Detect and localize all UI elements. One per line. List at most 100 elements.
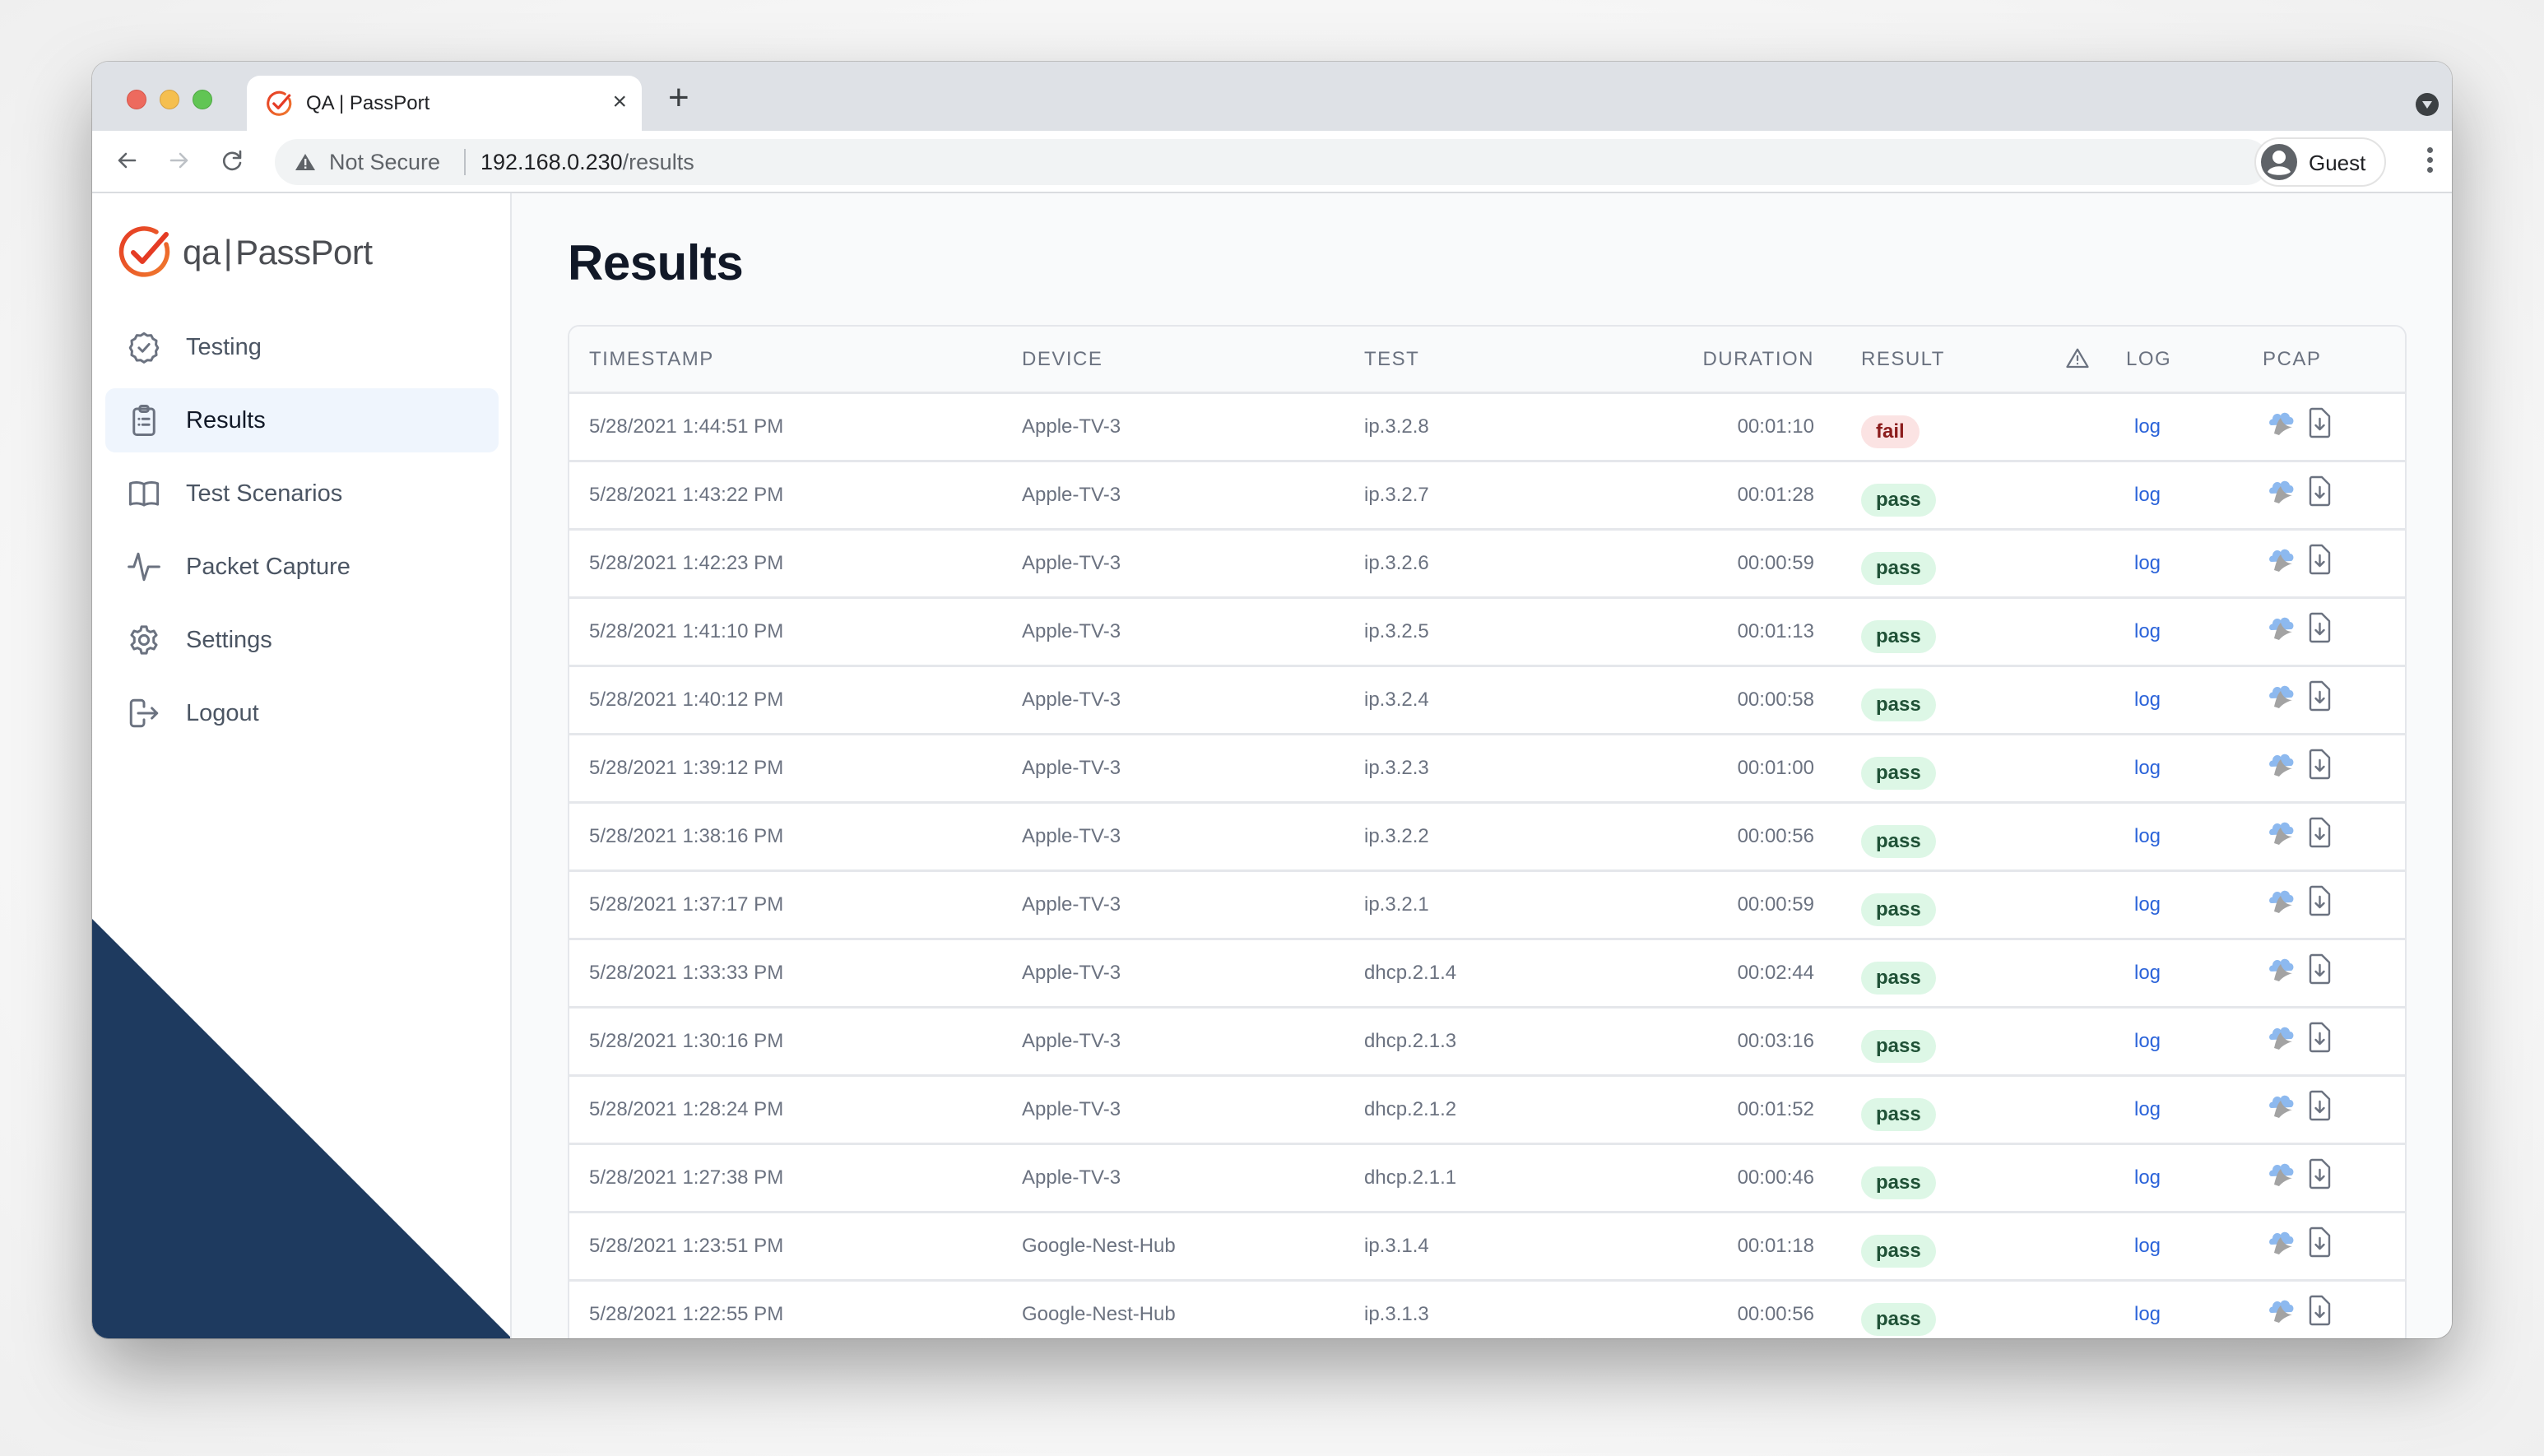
cloudshark-view-icon[interactable] (2268, 682, 2296, 710)
maximize-window-button[interactable] (193, 90, 212, 109)
log-link[interactable]: log (2134, 825, 2161, 848)
tab-close-icon[interactable]: × (612, 87, 627, 117)
table-row[interactable]: 5/28/2021 1:40:12 PM Apple-TV-3 ip.3.2.4… (569, 667, 2405, 735)
url-text[interactable]: 192.168.0.230/results (480, 150, 694, 175)
log-link[interactable]: log (2134, 1235, 2161, 1258)
header-timestamp[interactable]: TIMESTAMP (589, 348, 714, 371)
download-file-icon[interactable] (2307, 1158, 2332, 1189)
header-log: LOG (2126, 348, 2172, 370)
table-row[interactable]: 5/28/2021 1:28:24 PM Apple-TV-3 dhcp.2.1… (569, 1077, 2405, 1145)
download-file-icon[interactable] (2307, 612, 2332, 643)
header-duration[interactable]: DURATION (1702, 348, 1814, 371)
log-link[interactable]: log (2134, 962, 2161, 985)
sidebar-item-testing[interactable]: Testing (105, 315, 499, 379)
cell-timestamp: 5/28/2021 1:28:24 PM (589, 1098, 784, 1120)
cloudshark-view-icon[interactable] (2268, 409, 2296, 437)
page-title: Results (568, 235, 744, 290)
table-row[interactable]: 5/28/2021 1:37:17 PM Apple-TV-3 ip.3.2.1… (569, 872, 2405, 940)
log-link[interactable]: log (2134, 620, 2161, 643)
browser-tab[interactable]: QA | PassPort × (247, 76, 642, 131)
download-file-icon[interactable] (2307, 475, 2332, 507)
new-tab-button[interactable]: + (668, 80, 689, 116)
download-file-icon[interactable] (2307, 1226, 2332, 1258)
cloudshark-view-icon[interactable] (2268, 887, 2296, 915)
header-device[interactable]: DEVICE (1022, 348, 1103, 371)
sidebar-item-packet-capture[interactable]: Packet Capture (105, 535, 499, 599)
logo-text: qa|PassPort (183, 233, 373, 272)
table-row[interactable]: 5/28/2021 1:33:33 PM Apple-TV-3 dhcp.2.1… (569, 940, 2405, 1009)
profile-button[interactable]: Guest (2254, 137, 2386, 187)
cell-duration: 00:01:28 (1737, 484, 1814, 506)
log-link[interactable]: log (2134, 1166, 2161, 1189)
table-row[interactable]: 5/28/2021 1:30:16 PM Apple-TV-3 dhcp.2.1… (569, 1009, 2405, 1077)
table-row[interactable]: 5/28/2021 1:23:51 PM Google-Nest-Hub ip.… (569, 1213, 2405, 1282)
close-window-button[interactable] (127, 90, 146, 109)
url-path: /results (622, 150, 694, 174)
browser-menu-icon[interactable] (2426, 147, 2434, 177)
cloudshark-view-icon[interactable] (2268, 818, 2296, 846)
arrow-left-icon (118, 152, 137, 169)
log-link[interactable]: log (2134, 689, 2161, 712)
table-row[interactable]: 5/28/2021 1:22:55 PM Google-Nest-Hub ip.… (569, 1282, 2405, 1338)
sidebar-item-label: Testing (186, 333, 262, 360)
cell-test: ip.3.2.6 (1364, 552, 1429, 574)
log-link[interactable]: log (2134, 1030, 2161, 1053)
security-status[interactable]: Not Secure (329, 150, 440, 175)
cloudshark-view-icon[interactable] (2268, 1092, 2296, 1120)
log-link[interactable]: log (2134, 1098, 2161, 1121)
back-button[interactable] (110, 144, 143, 177)
table-row[interactable]: 5/28/2021 1:42:23 PM Apple-TV-3 ip.3.2.6… (569, 531, 2405, 599)
cloudshark-view-icon[interactable] (2268, 1023, 2296, 1051)
log-link[interactable]: log (2134, 415, 2161, 438)
cloudshark-view-icon[interactable] (2268, 545, 2296, 573)
log-link[interactable]: log (2134, 1303, 2161, 1326)
cloudshark-view-icon[interactable] (2268, 477, 2296, 505)
log-link[interactable]: log (2134, 552, 2161, 575)
download-file-icon[interactable] (2307, 1090, 2332, 1121)
log-link[interactable]: log (2134, 893, 2161, 916)
table-row[interactable]: 5/28/2021 1:43:22 PM Apple-TV-3 ip.3.2.7… (569, 462, 2405, 531)
sidebar-item-settings[interactable]: Settings (105, 608, 499, 672)
warning-triangle-icon (2066, 348, 2089, 369)
sidebar-item-logout[interactable]: Logout (105, 681, 499, 745)
app-logo[interactable]: qa|PassPort (118, 225, 373, 281)
table-row[interactable]: 5/28/2021 1:27:38 PM Apple-TV-3 dhcp.2.1… (569, 1145, 2405, 1213)
download-file-icon[interactable] (2307, 953, 2332, 985)
table-row[interactable]: 5/28/2021 1:38:16 PM Apple-TV-3 ip.3.2.2… (569, 804, 2405, 872)
sidebar-item-test-scenarios[interactable]: Test Scenarios (105, 461, 499, 526)
tab-search-dropdown-icon[interactable] (2416, 93, 2439, 116)
address-separator (464, 149, 466, 175)
log-link[interactable]: log (2134, 757, 2161, 780)
logo-separator: | (223, 233, 233, 271)
result-badge: pass (1861, 689, 1936, 721)
download-file-icon[interactable] (2307, 817, 2332, 848)
table-row[interactable]: 5/28/2021 1:44:51 PM Apple-TV-3 ip.3.2.8… (569, 394, 2405, 462)
profile-avatar-icon (2261, 144, 2297, 180)
logo-name: PassPort (235, 233, 373, 271)
log-link[interactable]: log (2134, 484, 2161, 507)
cloudshark-view-icon[interactable] (2268, 1296, 2296, 1324)
address-bar[interactable]: Not Secure 192.168.0.230/results (275, 139, 2269, 185)
cloudshark-view-icon[interactable] (2268, 614, 2296, 642)
download-file-icon[interactable] (2307, 407, 2332, 438)
header-test[interactable]: TEST (1364, 348, 1419, 371)
cloudshark-view-icon[interactable] (2268, 750, 2296, 778)
cell-duration: 00:00:56 (1737, 825, 1814, 847)
reload-button[interactable] (216, 144, 248, 177)
sidebar-item-results[interactable]: Results (105, 388, 499, 452)
cloudshark-view-icon[interactable] (2268, 1228, 2296, 1256)
download-file-icon[interactable] (2307, 1022, 2332, 1053)
cloudshark-view-icon[interactable] (2268, 955, 2296, 983)
download-file-icon[interactable] (2307, 885, 2332, 916)
download-file-icon[interactable] (2307, 680, 2332, 712)
download-file-icon[interactable] (2307, 1295, 2332, 1326)
minimize-window-button[interactable] (160, 90, 179, 109)
header-result[interactable]: RESULT (1861, 348, 1945, 371)
download-file-icon[interactable] (2307, 749, 2332, 780)
table-row[interactable]: 5/28/2021 1:41:10 PM Apple-TV-3 ip.3.2.5… (569, 599, 2405, 667)
cloudshark-view-icon[interactable] (2268, 1160, 2296, 1188)
qa-passport-favicon-icon (267, 90, 292, 116)
table-row[interactable]: 5/28/2021 1:39:12 PM Apple-TV-3 ip.3.2.3… (569, 735, 2405, 804)
forward-button[interactable] (163, 144, 196, 177)
download-file-icon[interactable] (2307, 544, 2332, 575)
